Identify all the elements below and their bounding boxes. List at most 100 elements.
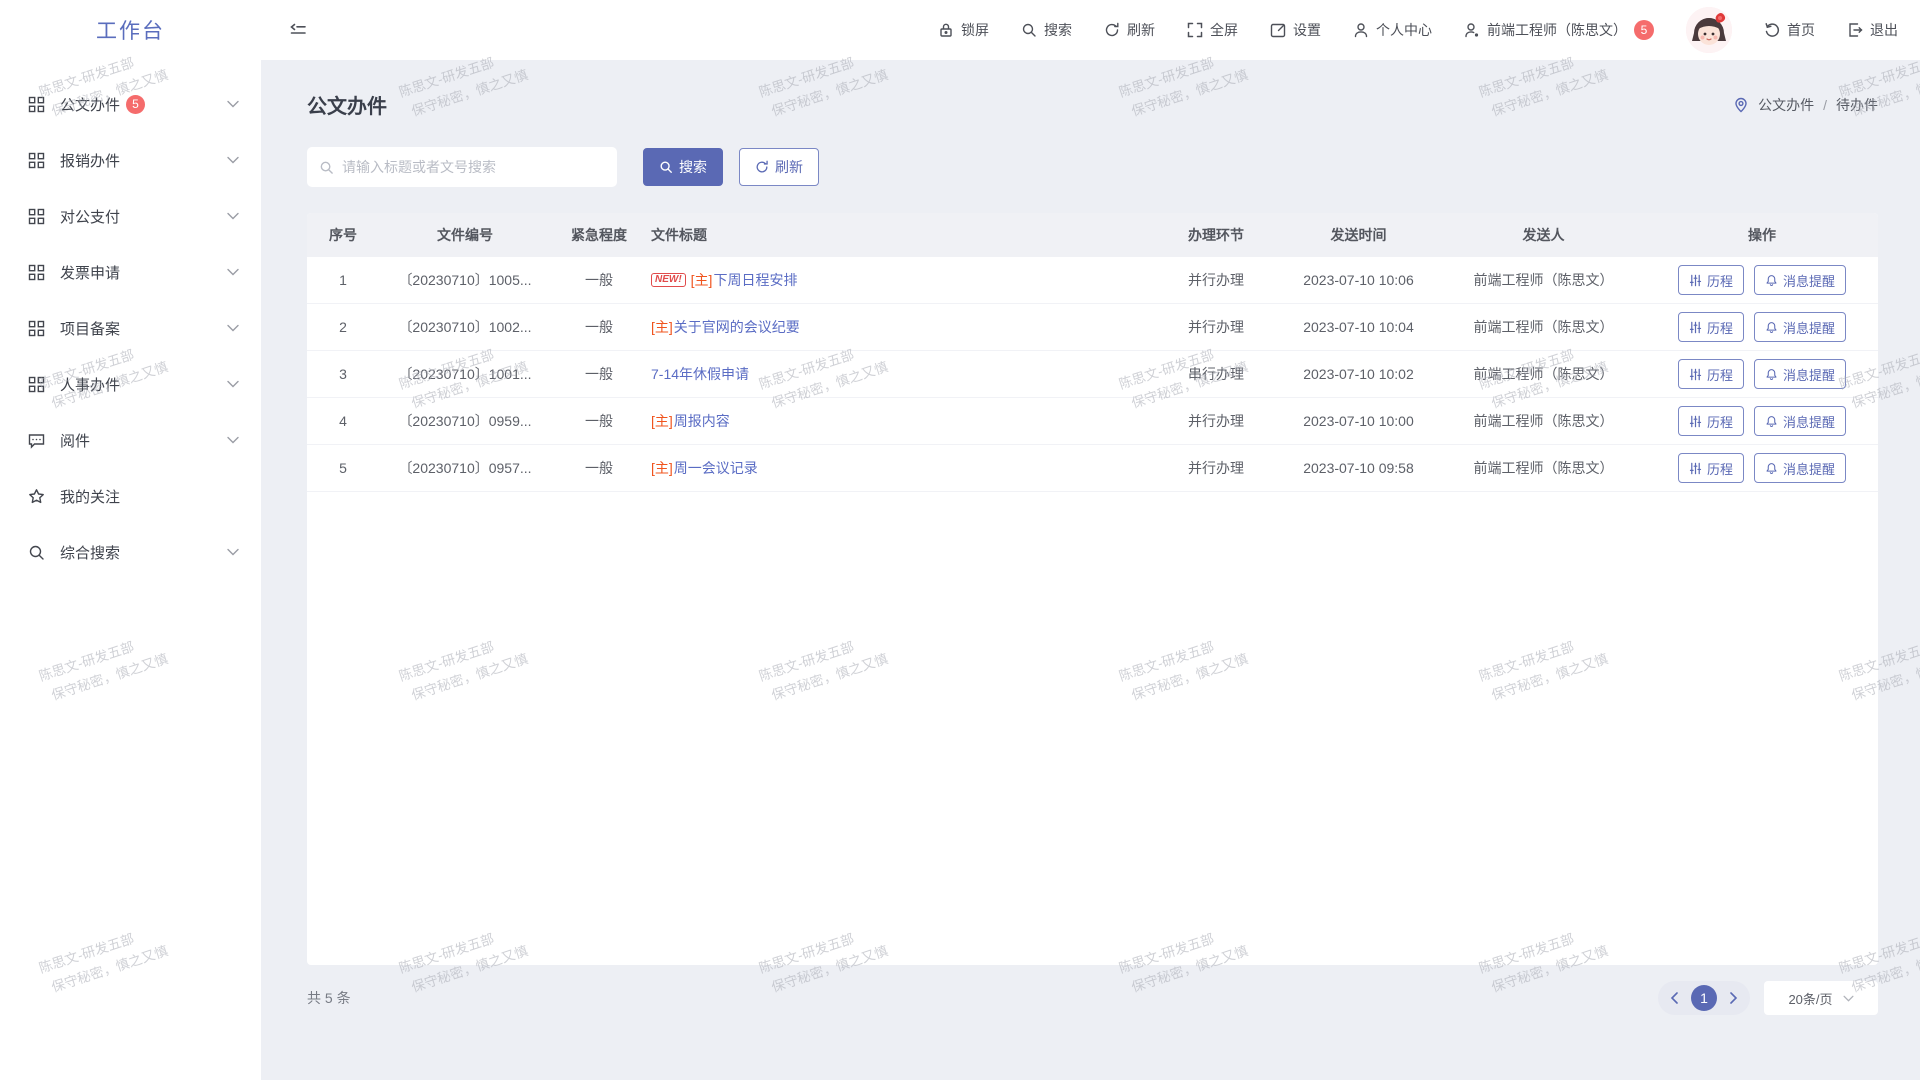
global-search-button[interactable]: 搜索 <box>1021 20 1072 40</box>
search-input[interactable] <box>342 159 605 175</box>
breadcrumb-root[interactable]: 公文办件 <box>1758 95 1814 115</box>
notify-button-label: 消息提醒 <box>1783 412 1835 431</box>
sidebar-item-label: 阅件 <box>60 430 90 451</box>
main-content: 公文办件 公文办件 / 待办件 搜索 <box>261 60 1920 1080</box>
table-header: 序号 文件编号 紧急程度 文件标题 办理环节 发送时间 发送人 操作 <box>307 213 1878 257</box>
notify-button[interactable]: 消息提醒 <box>1754 312 1846 342</box>
logout-icon <box>1847 22 1863 38</box>
profile-center-button[interactable]: 个人中心 <box>1353 20 1432 40</box>
grid-icon <box>28 96 45 113</box>
sliders-icon <box>1689 462 1702 475</box>
chevron-down-icon <box>227 268 239 276</box>
history-button[interactable]: 历程 <box>1678 265 1744 295</box>
row-actions: 历程 消息提醒 <box>1646 453 1878 483</box>
notify-button[interactable]: 消息提醒 <box>1754 406 1846 436</box>
row-step: 并行办理 <box>1156 270 1276 290</box>
bell-icon <box>1765 368 1778 381</box>
notify-button-label: 消息提醒 <box>1783 459 1835 478</box>
topbar-actions: 锁屏 搜索 刷新 全屏 设置 <box>938 7 1920 53</box>
sidebar-item-baoxiao[interactable]: 报销办件 <box>0 132 261 188</box>
page-number-1[interactable]: 1 <box>1691 985 1717 1011</box>
chevron-down-icon <box>227 436 239 444</box>
app-logo: 工作台 <box>0 15 261 45</box>
logout-button[interactable]: 退出 <box>1847 20 1898 40</box>
bell-icon <box>1765 274 1778 287</box>
sidebar-item-label: 综合搜索 <box>60 542 120 563</box>
profile-center-label: 个人中心 <box>1376 20 1432 40</box>
current-user-label: 前端工程师（陈思文） <box>1487 20 1627 40</box>
notify-button[interactable]: 消息提醒 <box>1754 453 1846 483</box>
document-title-link[interactable]: 关于官网的会议纪要 <box>674 317 800 337</box>
document-title-link[interactable]: 7-14年休假申请 <box>651 364 749 384</box>
document-title-link[interactable]: 下周日程安排 <box>713 270 797 290</box>
row-index: 2 <box>307 319 379 335</box>
table-body: 1 〔20230710〕1005... 一般 NEW! [主] 下周日程安排 并… <box>307 257 1878 492</box>
sidebar-item-sousuo[interactable]: 综合搜索 <box>0 524 261 580</box>
chevron-down-icon <box>227 324 239 332</box>
current-user[interactable]: 前端工程师（陈思文） 5 <box>1464 20 1654 40</box>
fullscreen-button[interactable]: 全屏 <box>1187 20 1238 40</box>
document-title-link[interactable]: 周报内容 <box>674 411 730 431</box>
search-icon <box>1021 22 1037 38</box>
row-file-no: 〔20230710〕1002... <box>379 317 551 337</box>
sidebar-item-yuejian[interactable]: 阅件 <box>0 412 261 468</box>
row-title-cell: NEW! [主] 下周日程安排 <box>647 270 1156 290</box>
row-step: 并行办理 <box>1156 458 1276 478</box>
total-count: 共 5 条 <box>307 988 351 1008</box>
grid-icon <box>28 208 45 225</box>
history-button[interactable]: 历程 <box>1678 312 1744 342</box>
sidebar-item-guanzhu[interactable]: 我的关注 <box>0 468 261 524</box>
row-actions: 历程 消息提醒 <box>1646 265 1878 295</box>
bell-icon <box>1765 462 1778 475</box>
col-time: 发送时间 <box>1276 225 1441 245</box>
sidebar-item-fapiao[interactable]: 发票申请 <box>0 244 261 300</box>
row-file-no: 〔20230710〕0957... <box>379 458 551 478</box>
row-step: 并行办理 <box>1156 317 1276 337</box>
refresh-button[interactable]: 刷新 <box>1104 20 1155 40</box>
document-title-link[interactable]: 周一会议记录 <box>674 458 758 478</box>
home-button[interactable]: 首页 <box>1764 20 1815 40</box>
main-doc-tag: [主] <box>651 411 673 431</box>
notify-button[interactable]: 消息提醒 <box>1754 359 1846 389</box>
fullscreen-label: 全屏 <box>1210 20 1238 40</box>
sidebar-item-gongwen[interactable]: 公文办件5 <box>0 76 261 132</box>
grid-icon <box>28 376 45 393</box>
table-row: 4 〔20230710〕0959... 一般 [主] 周报内容 并行办理 202… <box>307 398 1878 445</box>
next-page-button[interactable] <box>1729 992 1738 1004</box>
sidebar-item-duigong[interactable]: 对公支付 <box>0 188 261 244</box>
avatar[interactable] <box>1686 7 1732 53</box>
row-index: 5 <box>307 460 379 476</box>
user-icon <box>1353 22 1369 38</box>
search-button[interactable]: 搜索 <box>643 148 723 186</box>
home-label: 首页 <box>1787 20 1815 40</box>
refresh-list-button[interactable]: 刷新 <box>739 148 819 186</box>
topbar: 工作台 锁屏 搜索 刷新 全屏 <box>0 0 1920 60</box>
settings-button[interactable]: 设置 <box>1270 20 1321 40</box>
row-file-no: 〔20230710〕1001... <box>379 364 551 384</box>
sidebar-item-renshi[interactable]: 人事办件 <box>0 356 261 412</box>
search-button-label: 搜索 <box>679 157 707 177</box>
row-step: 串行办理 <box>1156 364 1276 384</box>
history-button[interactable]: 历程 <box>1678 453 1744 483</box>
history-button[interactable]: 历程 <box>1678 359 1744 389</box>
row-sender: 前端工程师（陈思文） <box>1441 411 1646 431</box>
chevron-down-icon <box>227 380 239 388</box>
notify-button[interactable]: 消息提醒 <box>1754 265 1846 295</box>
page-pill: 1 <box>1658 981 1750 1015</box>
col-urgency: 紧急程度 <box>551 225 647 245</box>
sidebar-collapse-button[interactable] <box>289 22 307 38</box>
main-doc-tag: [主] <box>691 270 713 290</box>
row-actions: 历程 消息提醒 <box>1646 359 1878 389</box>
history-button[interactable]: 历程 <box>1678 406 1744 436</box>
sidebar-item-label: 人事办件 <box>60 374 120 395</box>
page-size-select[interactable]: 20条/页 <box>1764 981 1878 1015</box>
grid-icon <box>28 152 45 169</box>
chevron-down-icon <box>227 156 239 164</box>
page-size-value: 20条/页 <box>1788 989 1832 1008</box>
sidebar-item-xiangmu[interactable]: 项目备案 <box>0 300 261 356</box>
row-title-cell: [主] 周一会议记录 <box>647 458 1156 478</box>
menu-badge: 5 <box>126 95 145 114</box>
prev-page-button[interactable] <box>1670 992 1679 1004</box>
lock-screen-button[interactable]: 锁屏 <box>938 20 989 40</box>
row-urgency: 一般 <box>551 317 647 337</box>
